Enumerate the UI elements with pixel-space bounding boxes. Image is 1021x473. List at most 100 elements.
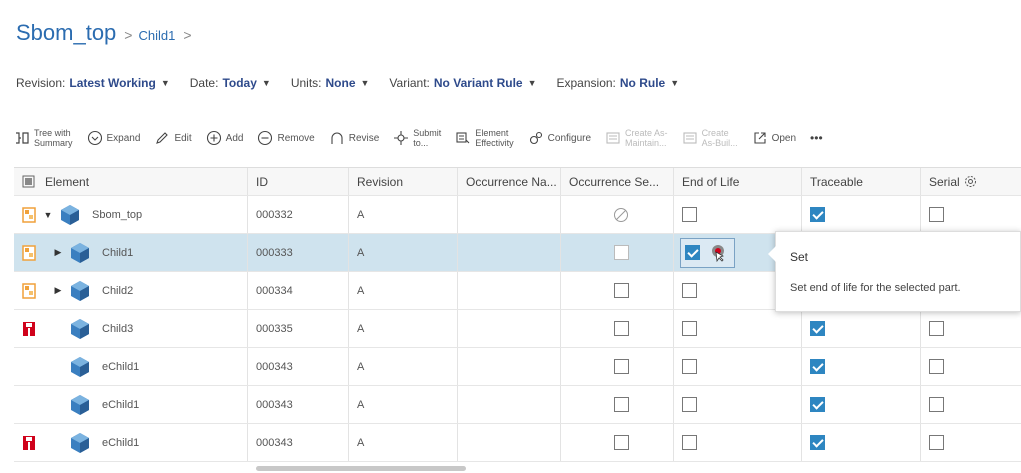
edit-button[interactable]: Edit bbox=[154, 130, 192, 146]
table-row[interactable]: eChild1 000343 A bbox=[14, 348, 1021, 386]
end-of-life-checkbox[interactable] bbox=[685, 245, 700, 260]
end-of-life-checkbox[interactable] bbox=[682, 283, 697, 298]
element-name[interactable]: eChild1 bbox=[102, 361, 139, 373]
element-name[interactable]: eChild1 bbox=[102, 437, 139, 449]
filter-revision-label: Revision: bbox=[16, 76, 66, 90]
element-cell[interactable]: eChild1 bbox=[14, 424, 248, 461]
submit-to-button[interactable]: Submit to... bbox=[393, 128, 441, 148]
more-button[interactable]: ••• bbox=[810, 131, 823, 145]
remove-button[interactable]: Remove bbox=[257, 130, 315, 146]
element-name[interactable]: Child1 bbox=[102, 247, 133, 259]
end-of-life-editor[interactable] bbox=[680, 237, 735, 268]
element-cell[interactable]: eChild1 bbox=[14, 348, 248, 385]
traceable-cell bbox=[802, 424, 921, 461]
serial-checkbox[interactable] bbox=[929, 359, 944, 374]
table-row[interactable]: Child3 000335 A bbox=[14, 310, 1021, 348]
filter-expansion-value[interactable]: No Rule bbox=[620, 76, 665, 90]
traceable-checkbox[interactable] bbox=[810, 321, 825, 336]
end-of-life-checkbox[interactable] bbox=[682, 359, 697, 374]
column-header-element[interactable]: Element bbox=[14, 168, 248, 195]
submit-label-2: to... bbox=[413, 138, 429, 148]
filter-variant[interactable]: Variant: No Variant Rule ▼ bbox=[389, 76, 536, 90]
breadcrumb-child1[interactable]: Child1 bbox=[138, 28, 175, 43]
column-header-traceable[interactable]: Traceable bbox=[802, 168, 921, 195]
expand-button[interactable]: Expand bbox=[87, 130, 141, 146]
open-button[interactable]: Open bbox=[752, 130, 796, 146]
column-header-end-of-life[interactable]: End of Life bbox=[674, 168, 802, 195]
column-header-occurrence-name[interactable]: Occurrence Na... bbox=[458, 168, 561, 195]
expand-row-icon[interactable]: ▶ bbox=[52, 285, 64, 296]
revision-value: A bbox=[357, 398, 365, 411]
element-name[interactable]: Child2 bbox=[102, 285, 133, 297]
collapse-icon[interactable]: ▼ bbox=[42, 210, 54, 220]
serial-checkbox[interactable] bbox=[929, 207, 944, 222]
end-of-life-checkbox[interactable] bbox=[682, 397, 697, 412]
select-all-icon[interactable] bbox=[22, 175, 35, 188]
expand-row-icon[interactable]: ▶ bbox=[52, 247, 64, 258]
element-cell[interactable]: Child3 bbox=[14, 310, 248, 347]
create-as-maintained-button[interactable]: Create As- Maintain... bbox=[605, 128, 668, 148]
column-header-revision[interactable]: Revision bbox=[349, 168, 458, 195]
more-icon: ••• bbox=[810, 131, 823, 145]
end-of-life-checkbox[interactable] bbox=[682, 321, 697, 336]
filter-units[interactable]: Units: None ▼ bbox=[291, 76, 370, 90]
id-value: 000335 bbox=[256, 322, 293, 335]
filter-date[interactable]: Date: Today ▼ bbox=[190, 76, 271, 90]
filter-revision-value[interactable]: Latest Working bbox=[69, 76, 155, 90]
table-row[interactable]: eChild1 000343 A bbox=[14, 424, 1021, 462]
occurrence-seq-checkbox[interactable] bbox=[613, 321, 629, 336]
gear-icon[interactable] bbox=[964, 175, 977, 188]
table-row[interactable]: ▼ Sbom_top 000332 A bbox=[14, 196, 1021, 234]
working-status-icon bbox=[22, 282, 36, 299]
edit-label: Edit bbox=[174, 132, 192, 144]
column-header-id[interactable]: ID bbox=[248, 168, 349, 195]
filter-expansion[interactable]: Expansion: No Rule ▼ bbox=[557, 76, 680, 90]
traceable-checkbox[interactable] bbox=[810, 435, 825, 450]
element-name[interactable]: eChild1 bbox=[102, 399, 139, 411]
filter-revision[interactable]: Revision: Latest Working ▼ bbox=[16, 76, 170, 90]
serial-checkbox[interactable] bbox=[929, 435, 944, 450]
element-name[interactable]: Sbom_top bbox=[92, 209, 142, 221]
occurrence-name-cell bbox=[458, 234, 561, 271]
config-filters: Revision: Latest Working ▼ Date: Today ▼… bbox=[16, 76, 699, 90]
element-cell[interactable]: ▶ Child1 bbox=[14, 234, 248, 271]
revise-button[interactable]: Revise bbox=[329, 130, 379, 146]
filter-variant-value[interactable]: No Variant Rule bbox=[434, 76, 523, 90]
serial-checkbox[interactable] bbox=[929, 321, 944, 336]
add-button[interactable]: Add bbox=[206, 130, 243, 146]
end-of-life-checkbox[interactable] bbox=[682, 435, 697, 450]
filter-date-value[interactable]: Today bbox=[222, 76, 256, 90]
expand-icon bbox=[87, 130, 103, 146]
end-of-life-checkbox[interactable] bbox=[682, 207, 697, 222]
column-header-serial[interactable]: Serial bbox=[921, 168, 1021, 195]
occurrence-seq-checkbox[interactable] bbox=[613, 397, 629, 412]
occurrence-seq-checkbox[interactable] bbox=[613, 435, 629, 450]
create-as-built-button[interactable]: Create As-Buil... bbox=[682, 128, 738, 148]
element-cell[interactable]: ▶ Child2 bbox=[14, 272, 248, 309]
element-cell[interactable]: eChild1 bbox=[14, 386, 248, 423]
serial-cell bbox=[921, 386, 1021, 423]
occurrence-seq-cell bbox=[561, 272, 674, 309]
revision-cell: A bbox=[349, 424, 458, 461]
traceable-checkbox[interactable] bbox=[810, 397, 825, 412]
set-end-of-life-icon[interactable] bbox=[708, 242, 730, 264]
filter-units-value[interactable]: None bbox=[326, 76, 356, 90]
element-effectivity-button[interactable]: Element Effectivity bbox=[455, 128, 514, 148]
occurrence-seq-checkbox[interactable] bbox=[613, 245, 629, 260]
element-name[interactable]: Child3 bbox=[102, 323, 133, 335]
column-header-occurrence-seq[interactable]: Occurrence Se... bbox=[561, 168, 674, 195]
occurrence-seq-checkbox[interactable] bbox=[613, 283, 629, 298]
part-cube-icon bbox=[71, 356, 89, 377]
expand-label: Expand bbox=[106, 132, 141, 144]
serial-checkbox[interactable] bbox=[929, 397, 944, 412]
traceable-checkbox[interactable] bbox=[810, 359, 825, 374]
traceable-checkbox[interactable] bbox=[810, 207, 825, 222]
horizontal-scrollbar[interactable] bbox=[256, 466, 466, 471]
element-cell[interactable]: ▼ Sbom_top bbox=[14, 196, 248, 233]
tree-with-summary-button[interactable]: Tree with Summary bbox=[14, 128, 73, 148]
id-cell: 000343 bbox=[248, 386, 349, 423]
occurrence-seq-checkbox[interactable] bbox=[613, 359, 629, 374]
tree-with-summary-label-2: Summary bbox=[34, 138, 73, 148]
configure-button[interactable]: Configure bbox=[528, 130, 591, 146]
table-row[interactable]: eChild1 000343 A bbox=[14, 386, 1021, 424]
